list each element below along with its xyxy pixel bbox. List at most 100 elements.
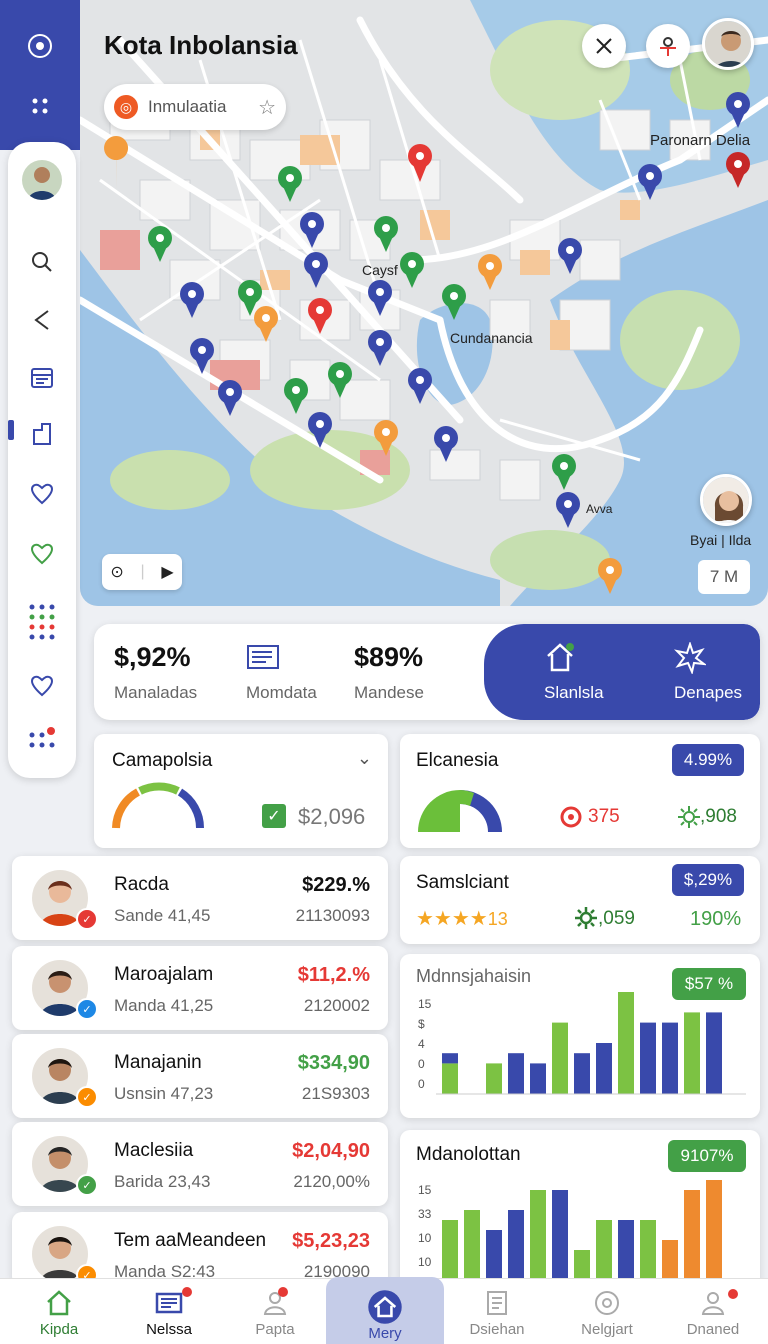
chart-bar bbox=[442, 1063, 458, 1094]
chart-bar bbox=[530, 1190, 546, 1280]
map-pin bbox=[434, 426, 458, 462]
map-pin bbox=[180, 282, 204, 318]
map-pin[interactable] bbox=[104, 136, 129, 190]
bar-chart-card[interactable]: Mdnnsjahaisin $57 % 15 $ 4 0 0 bbox=[400, 954, 760, 1118]
map-view[interactable]: Kota Inbolansia ◎ Inmulaatia ☆ Paronarn … bbox=[80, 0, 768, 606]
person-amount: $334,90 bbox=[297, 1052, 370, 1074]
person-amount-secondary: 2120002 bbox=[303, 996, 370, 1015]
y-tick-label: 33 bbox=[418, 1207, 432, 1221]
close-icon bbox=[596, 38, 612, 54]
star-icon[interactable]: ☆ bbox=[258, 95, 276, 120]
chart-bar bbox=[618, 992, 634, 1094]
nav-tab-nelgjart[interactable]: Nelgjart bbox=[552, 1279, 662, 1344]
chart-bar bbox=[574, 1250, 590, 1280]
home-icon bbox=[47, 1290, 71, 1316]
map-pin bbox=[478, 254, 502, 290]
map-playback-control[interactable]: ⊙ | ▶ bbox=[102, 554, 182, 590]
clock-icon[interactable]: ⊙ bbox=[110, 562, 123, 582]
y-axis-labels: 15 33 10 10 bbox=[418, 1178, 431, 1274]
stat-item[interactable]: $,92% Manaladas bbox=[114, 642, 197, 703]
map-pin bbox=[254, 306, 278, 342]
person-name: Tem aaMeandeen bbox=[114, 1230, 267, 1251]
building-icon[interactable] bbox=[28, 420, 56, 448]
stat-item[interactable]: Momdata bbox=[246, 642, 317, 703]
person-subtitle: Usnsin 47,23 bbox=[114, 1084, 214, 1103]
chart-bar bbox=[552, 1022, 568, 1094]
map-pin bbox=[374, 216, 398, 252]
map-search-text: Inmulaatia bbox=[148, 97, 227, 116]
donut-card[interactable]: Elcanesia 4.99% 375 ,908 bbox=[400, 734, 760, 848]
map-title: Kota Inbolansia bbox=[104, 30, 298, 60]
nav-tab-papta[interactable]: Papta bbox=[220, 1279, 330, 1344]
stat-label: Momdata bbox=[246, 683, 317, 702]
apps-icon[interactable] bbox=[28, 604, 56, 640]
nav-tab-nelssa[interactable]: Nelssa bbox=[114, 1279, 224, 1344]
target-red-icon bbox=[560, 806, 582, 828]
more-apps-icon[interactable] bbox=[28, 726, 56, 754]
chart-bar bbox=[464, 1210, 480, 1280]
play-icon[interactable]: ▶ bbox=[161, 562, 173, 582]
nav-tab-dsiehan[interactable]: Dsiehan bbox=[442, 1279, 552, 1344]
nav-tab-kipda[interactable]: Kipda bbox=[4, 1279, 114, 1344]
map-person-avatar[interactable] bbox=[700, 474, 752, 526]
map-pin bbox=[552, 454, 576, 490]
map-scale[interactable]: 7 M bbox=[698, 560, 750, 594]
at-icon bbox=[595, 1291, 619, 1315]
map-label-small: Avva bbox=[586, 502, 613, 516]
stat-item[interactable]: $89% Mandese bbox=[354, 642, 424, 703]
map-pin bbox=[300, 212, 324, 248]
nav-label: Nelssa bbox=[146, 1321, 192, 1338]
bar-chart-plot bbox=[436, 992, 746, 1095]
saved-icon[interactable] bbox=[28, 672, 56, 700]
chevron-down-icon[interactable]: ⌄ bbox=[357, 748, 372, 769]
status-badge-icon: ✓ bbox=[76, 1086, 98, 1108]
y-tick-label: 0 bbox=[418, 1057, 425, 1071]
stat-value: $89% bbox=[354, 642, 424, 672]
person-card[interactable]: ✓ Manajanin Usnsin 47,23 $334,90 21S9303 bbox=[12, 1034, 388, 1118]
chart-bar bbox=[684, 1012, 700, 1094]
user-avatar[interactable] bbox=[702, 18, 754, 70]
y-tick-label: $ bbox=[418, 1017, 425, 1031]
close-button[interactable] bbox=[582, 24, 626, 68]
person-amount: $11,2.% bbox=[297, 964, 370, 986]
person-name: Maclesiia bbox=[114, 1140, 194, 1161]
grid-icon[interactable] bbox=[26, 92, 54, 120]
gauge-card[interactable]: Camapolsia ⌄ ✓ $2,096 bbox=[94, 734, 388, 848]
person-name: Maroajalam bbox=[114, 964, 214, 985]
stat-item[interactable]: Denapes bbox=[673, 640, 743, 703]
target-icon[interactable] bbox=[26, 32, 54, 60]
nav-tab-mery[interactable]: Mery bbox=[330, 1279, 440, 1344]
rating-card[interactable]: Samslciant $,29% ★★★★13 ,059 190% bbox=[400, 856, 760, 944]
person-card[interactable]: ✓ Maclesiia Barida 23,43 $2,04,90 2120,0… bbox=[12, 1122, 388, 1206]
map-pin bbox=[284, 378, 308, 414]
person-card[interactable]: ✓ Racda Sande 41,45 $229.% 21130093 bbox=[12, 856, 388, 940]
person-card[interactable]: ✓ Maroajalam Manda 41,25 $11,2.% 2120002 bbox=[12, 946, 388, 1030]
person-name: Racda bbox=[114, 874, 169, 895]
share-icon[interactable] bbox=[28, 306, 56, 334]
nav-tab-dnaned[interactable]: Dnaned bbox=[658, 1279, 768, 1344]
heart-icon[interactable] bbox=[28, 480, 56, 508]
stat-label: Denapes bbox=[674, 683, 743, 702]
favorite-icon[interactable] bbox=[28, 540, 56, 568]
map-pin bbox=[556, 492, 580, 528]
message-icon bbox=[247, 645, 279, 669]
stat-item[interactable]: Slanlsla bbox=[544, 642, 604, 703]
map-pin bbox=[408, 144, 432, 182]
person-subtitle: Manda 41,25 bbox=[114, 996, 214, 1015]
sidebar-avatar[interactable] bbox=[22, 160, 62, 200]
map-search-box[interactable]: ◎ Inmulaatia ☆ bbox=[104, 84, 286, 130]
map-pin bbox=[726, 92, 750, 128]
search-icon[interactable] bbox=[28, 248, 56, 276]
filter-button[interactable] bbox=[646, 24, 690, 68]
map-pin bbox=[148, 226, 172, 262]
app-logo-icon: ◎ bbox=[114, 95, 138, 119]
gauge-value: $2,096 bbox=[298, 804, 366, 829]
check-icon: ✓ bbox=[262, 804, 286, 828]
card-title: Camapolsia bbox=[112, 750, 213, 771]
y-tick-label: 4 bbox=[418, 1037, 425, 1051]
person-card[interactable]: ✓ Tem aaMeandeen Manda S2:43 $5,23,23 21… bbox=[12, 1212, 388, 1286]
map-pin bbox=[328, 362, 352, 398]
calendar-icon[interactable] bbox=[28, 364, 56, 392]
bar-chart-card[interactable]: Mdanolottan 9107% 15 33 10 10 bbox=[400, 1130, 760, 1290]
card-title: Mdanolottan bbox=[416, 1144, 521, 1165]
